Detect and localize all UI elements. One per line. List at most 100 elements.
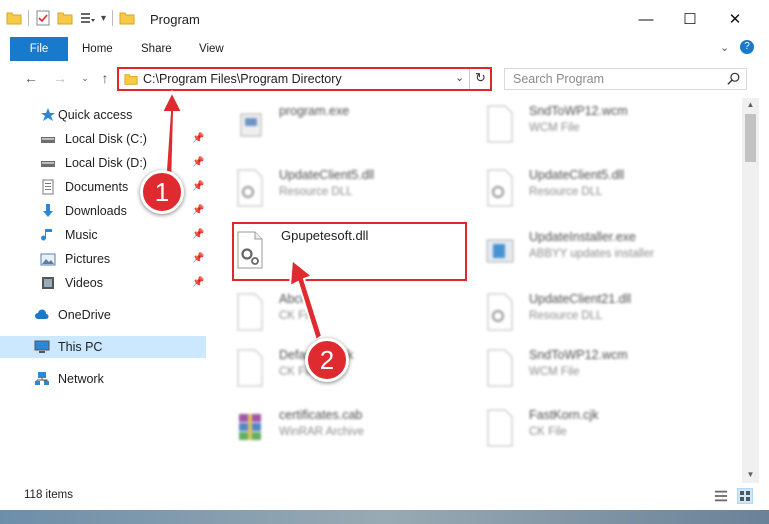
address-bar[interactable]: C:\Program Files\Program Directory ⌄ ↻ <box>117 67 492 91</box>
chevron-down-icon[interactable]: ▾ <box>101 13 106 24</box>
pin-icon: 📌 <box>192 157 205 168</box>
title-bar: ▾ Program — ☐ ✕ <box>0 0 769 36</box>
nav-item-videos[interactable]: Videos 📌 <box>0 272 206 294</box>
vertical-scrollbar[interactable]: ▲ ▼ <box>742 98 759 483</box>
folder-icon[interactable] <box>6 10 22 26</box>
address-dropdown-icon[interactable]: ⌄ <box>455 71 464 84</box>
tab-share[interactable]: Share <box>141 37 172 61</box>
nav-item-label: Videos <box>65 276 103 290</box>
annotation-badge-2: 2 <box>305 338 349 382</box>
file-name: UpdateInstaller.exe <box>529 230 637 244</box>
nav-item-label: Documents <box>65 180 129 194</box>
download-icon <box>43 204 53 217</box>
address-path: C:\Program Files\Program Directory <box>143 72 342 86</box>
blank-file-icon <box>487 349 513 387</box>
nav-item-local-disk-c[interactable]: Local Disk (C:) 📌 <box>0 128 206 150</box>
file-name: program.exe <box>279 104 350 118</box>
folder-icon <box>119 12 135 25</box>
back-button[interactable]: ← <box>22 69 40 87</box>
file-item[interactable]: UpdateClient5.dll Resource DLL <box>215 162 455 218</box>
nav-item-onedrive[interactable]: OneDrive <box>0 304 206 326</box>
navigation-pane: Quick access Local Disk (C:) 📌 Local Dis… <box>0 98 206 478</box>
file-type: CK File <box>279 310 317 322</box>
pin-icon: 📌 <box>192 229 205 240</box>
blank-file-icon <box>237 349 263 387</box>
minimize-button[interactable]: — <box>624 6 668 34</box>
scroll-up-icon[interactable]: ▲ <box>742 100 759 109</box>
nav-item-quick-access[interactable]: Quick access <box>0 104 206 126</box>
nav-item-music[interactable]: Music 📌 <box>0 224 206 246</box>
nav-item-label: Local Disk (C:) <box>65 132 147 146</box>
nav-item-label: Downloads <box>65 204 127 218</box>
file-item[interactable]: UpdateClient21.dll Resource DLL <box>465 286 705 342</box>
file-type: Resource DLL <box>279 186 353 198</box>
file-item[interactable]: SndToWP12.wcm WCM File <box>465 98 705 154</box>
blank-file-icon <box>487 105 513 143</box>
new-folder-icon[interactable] <box>57 10 73 26</box>
file-name: SndToWP12.wcm <box>529 348 628 362</box>
file-name: Abck <box>279 292 307 306</box>
window-title: Program <box>150 12 200 27</box>
file-type: CK File <box>529 426 567 438</box>
highlight-box-file <box>232 222 467 281</box>
pin-icon: 📌 <box>192 277 205 288</box>
exe-file-icon <box>240 113 262 137</box>
toolbar-divider <box>112 10 114 26</box>
maximize-button[interactable]: ☐ <box>668 6 712 34</box>
file-item[interactable]: FastKorn.cjk CK File <box>465 402 705 458</box>
nav-item-label: Network <box>58 372 104 386</box>
file-name: UpdateClient5.dll <box>279 168 375 182</box>
refresh-icon[interactable]: ↻ <box>475 70 486 86</box>
search-icon[interactable] <box>727 72 741 86</box>
file-item[interactable]: Abck CK File <box>215 286 455 342</box>
item-count: 118 items <box>24 489 74 501</box>
cloud-icon <box>35 309 49 319</box>
address-divider <box>469 69 470 89</box>
file-type: ABBYY updates installer <box>529 248 655 260</box>
file-item[interactable]: certificates.cab WinRAR Archive <box>215 402 455 458</box>
nav-item-this-pc[interactable]: This PC <box>0 336 206 358</box>
file-item[interactable]: UpdateInstaller.exe ABBYY updates instal… <box>465 224 705 280</box>
videos-icon <box>42 277 54 289</box>
scroll-down-icon[interactable]: ▼ <box>742 470 759 479</box>
nav-item-network[interactable]: Network <box>0 368 206 390</box>
tab-home[interactable]: Home <box>82 37 113 61</box>
forward-button[interactable]: → <box>51 69 69 87</box>
pictures-icon <box>40 253 56 266</box>
computer-icon <box>34 340 50 353</box>
search-input[interactable]: Search Program <box>504 68 747 90</box>
file-type: WinRAR Archive <box>279 426 364 438</box>
help-icon[interactable]: ? <box>740 40 754 54</box>
file-name: UpdateClient21.dll <box>529 292 632 306</box>
nav-item-pictures[interactable]: Pictures 📌 <box>0 248 206 270</box>
scrollbar-thumb[interactable] <box>745 114 756 162</box>
file-type: Resource DLL <box>529 310 603 322</box>
large-icons-view-icon[interactable] <box>737 488 753 504</box>
nav-item-label: This PC <box>58 340 103 354</box>
tab-file[interactable]: File <box>10 37 68 61</box>
properties-icon[interactable] <box>35 10 51 26</box>
folder-icon <box>124 74 138 85</box>
star-icon <box>41 108 55 121</box>
nav-item-local-disk-d[interactable]: Local Disk (D:) 📌 <box>0 152 206 174</box>
toolbar-divider <box>28 10 29 26</box>
pin-icon: 📌 <box>192 133 205 144</box>
search-placeholder: Search Program <box>513 72 605 86</box>
expand-ribbon-icon[interactable]: ⌄ <box>720 41 729 54</box>
details-view-icon[interactable] <box>714 489 728 503</box>
customize-toolbar-icon[interactable] <box>79 10 95 26</box>
file-name: SndToWP12.wcm <box>529 104 628 118</box>
dll-file-icon <box>487 169 513 207</box>
dll-file-icon <box>487 293 513 331</box>
ribbon-tabs: File Home Share View ⌄ ? <box>0 37 769 61</box>
file-item[interactable]: SndToWP12.wcm WCM File <box>465 342 705 398</box>
close-button[interactable]: ✕ <box>713 6 757 34</box>
file-item[interactable]: UpdateClient5.dll Resource DLL <box>465 162 705 218</box>
file-type: WCM File <box>529 366 580 378</box>
nav-item-label: Pictures <box>65 252 111 266</box>
file-item[interactable]: program.exe <box>215 98 455 154</box>
recent-locations-button[interactable]: ⌄ <box>76 69 94 87</box>
tab-view[interactable]: View <box>199 37 224 61</box>
up-button[interactable]: ↑ <box>96 69 114 87</box>
music-icon <box>41 229 52 241</box>
